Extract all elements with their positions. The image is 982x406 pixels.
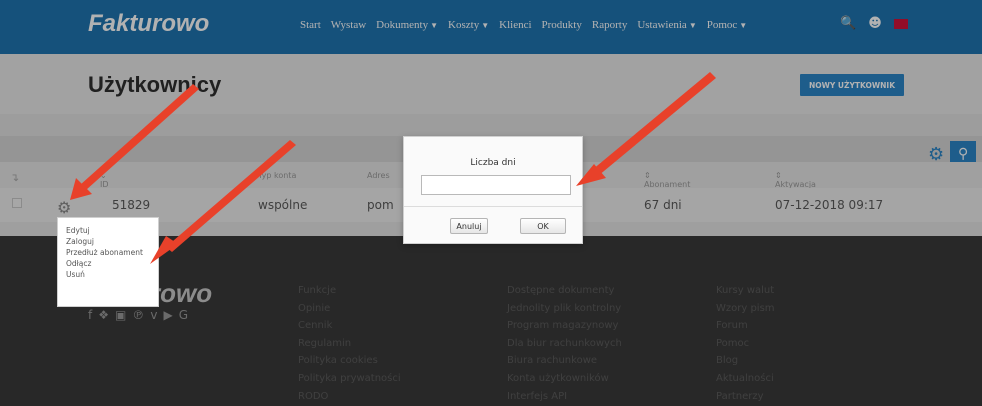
cancel-button[interactable]: Anuluj [450,218,488,234]
menu-item-disconnect[interactable]: Odłącz [66,258,150,269]
row-context-menu: Edytuj Zaloguj Przedłuż abonament Odłącz… [57,217,159,307]
days-prompt-dialog: Liczba dni Anuluj OK [403,136,583,244]
dialog-title: Liczba dni [470,158,516,168]
days-input[interactable] [421,175,571,195]
dialog-divider [404,206,582,207]
menu-item-extend-subscription[interactable]: Przedłuż abonament [66,247,150,258]
menu-item-edit[interactable]: Edytuj [66,225,150,236]
menu-item-delete[interactable]: Usuń [66,269,150,280]
menu-item-login[interactable]: Zaloguj [66,236,150,247]
ok-button[interactable]: OK [520,218,566,234]
